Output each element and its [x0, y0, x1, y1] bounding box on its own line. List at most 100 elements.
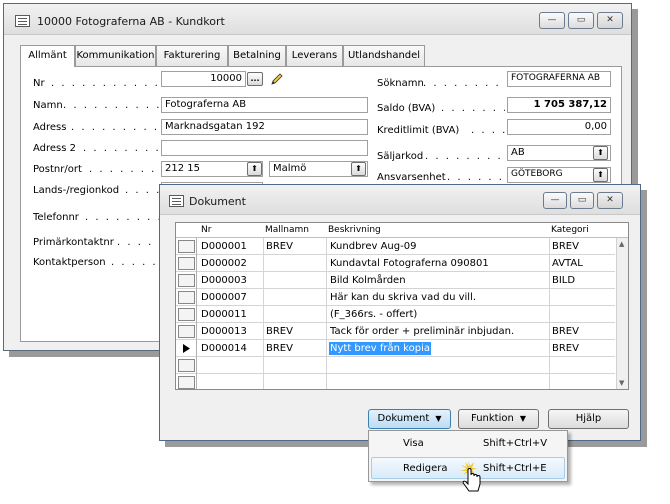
col-header-mallnamn[interactable]: Mallnamn — [265, 225, 309, 235]
minimize-button[interactable]: — — [539, 12, 565, 29]
scroll-up-arrow-icon[interactable]: ▲ — [619, 240, 624, 248]
cell-nr: D000014 — [201, 343, 247, 354]
scroll-down-arrow-icon[interactable]: ▼ — [619, 379, 624, 387]
dot-leader: . . . . . . . . . . . . . . . . . . . . — [83, 143, 159, 154]
hand-cursor-icon — [460, 460, 481, 492]
cell-beskrivning: Tack för order + preliminär inbjudan. — [330, 326, 515, 337]
kreditlimit-label: Kreditlimit (BVA) — [377, 125, 460, 136]
adress2-label: Adress 2 — [33, 143, 77, 154]
soknamn-field[interactable]: FOTOGRAFERNA AB — [507, 71, 611, 87]
funktion-button-label: Funktion — [471, 413, 514, 424]
row-selector[interactable] — [176, 340, 197, 357]
tab-kommunikation[interactable]: Kommunikation — [75, 45, 156, 66]
chevron-down-icon: ▼ — [519, 414, 526, 423]
maximize-button[interactable]: ▭ — [568, 12, 594, 29]
dot-leader: . . . . . . . . . . . . . . . . . . . . — [117, 237, 159, 248]
cell-kategori: BREV — [552, 343, 579, 354]
row-selector[interactable] — [176, 255, 197, 272]
soknamn-label: Söknamn — [377, 78, 424, 89]
chevron-down-icon: ▼ — [435, 414, 442, 423]
table-row[interactable]: D000001 BREV Kundbrev Aug-09 BREV — [176, 238, 615, 255]
table-row-empty[interactable] — [176, 357, 615, 374]
kontaktperson-label: Kontaktperson — [33, 257, 106, 268]
documents-title: Dokument — [189, 195, 246, 208]
close-button[interactable]: ✕ — [597, 12, 623, 29]
table-row[interactable]: D000002 Kundavtal Fotograferna 090801 AV… — [176, 255, 615, 272]
tab-leverans[interactable]: Leverans — [286, 45, 343, 66]
adress-label: Adress — [33, 122, 67, 133]
dokument-button-label: Dokument — [377, 413, 430, 424]
cell-nr: D000002 — [201, 258, 247, 269]
col-header-kategori[interactable]: Kategori — [551, 225, 589, 235]
ort-lookup-arrow-icon[interactable]: ⬆ — [351, 162, 366, 176]
table-row[interactable]: D000011 (F_366rs. - offert) — [176, 306, 615, 323]
tab-fakturering[interactable]: Fakturering — [156, 45, 228, 66]
col-header-beskrivning[interactable]: Beskrivning — [328, 225, 381, 235]
table-row-empty[interactable] — [176, 374, 615, 389]
col-header-nr[interactable]: Nr — [201, 225, 211, 235]
cell-beskrivning: (F_366rs. - offert) — [330, 309, 418, 320]
tab-utlandshandel[interactable]: Utlandshandel — [343, 45, 425, 66]
saldo-label: Saldo (BVA) — [377, 103, 436, 114]
dot-leader: . . . . . . . . . . . . . . . . . . . . — [89, 164, 159, 175]
cell-mallnamn: BREV — [266, 326, 293, 337]
table-row[interactable]: D000013 BREV Tack för order + preliminär… — [176, 323, 615, 340]
namn-label: Namn — [33, 100, 63, 111]
nr-lookup-button[interactable]: ... — [247, 72, 263, 86]
maximize-button[interactable]: ▭ — [570, 192, 594, 209]
row-selector[interactable] — [176, 289, 197, 306]
kreditlimit-field[interactable]: 0,00 — [507, 119, 611, 135]
land-label: Lands-/regionkod — [33, 185, 120, 196]
saldo-field[interactable]: 1 705 387,12 — [507, 97, 611, 113]
cell-nr: D000007 — [201, 292, 247, 303]
cell-beskrivning-selected[interactable]: Nytt brev från kopia — [329, 342, 431, 355]
row-selector[interactable] — [176, 323, 197, 340]
vertical-scrollbar[interactable]: ▲ ▼ — [616, 238, 628, 389]
close-button[interactable]: ✕ — [597, 192, 623, 209]
cell-beskrivning: Kundbrev Aug-09 — [330, 241, 417, 252]
grid-header: Nr Mallnamn Beskrivning Kategori — [176, 223, 628, 238]
nr-label: Nr — [33, 78, 45, 89]
table-row-current[interactable]: D000014 BREV Nytt brev från kopia BREV — [176, 340, 615, 357]
customer-card-titlebar[interactable]: 10000 Fotograferna AB - Kundkort — ▭ ✕ — [4, 4, 631, 35]
saljarkod-label: Säljarkod — [377, 151, 424, 162]
row-selector[interactable] — [176, 306, 197, 323]
dot-leader: . . . . . . . . . . . . . . . . . . . . — [125, 185, 159, 196]
row-selector[interactable] — [176, 357, 197, 374]
adress-field[interactable]: Marknadsgatan 192 — [161, 119, 368, 135]
tab-betalning[interactable]: Betalning — [228, 45, 286, 66]
tab-allmant[interactable]: Allmänt — [20, 45, 75, 67]
cell-nr: D000013 — [201, 326, 247, 337]
dot-leader: . . . . . . . . . . . . . . . . . . . . — [471, 125, 505, 136]
documents-titlebar[interactable]: Dokument — ▭ ✕ — [160, 185, 640, 215]
hjalp-button[interactable]: Hjälp — [548, 409, 629, 429]
menu-item-visa[interactable]: Visa Shift+Ctrl+V — [371, 433, 565, 455]
ansvar-lookup-arrow-icon[interactable]: ⬆ — [593, 168, 608, 182]
postnr-label: Postnr/ort — [33, 164, 82, 175]
cell-nr: D000001 — [201, 241, 247, 252]
cell-beskrivning: Här kan du skriva vad du vill. — [330, 292, 477, 303]
namn-field[interactable]: Fotograferna AB — [161, 97, 368, 113]
nr-field[interactable]: 10000 — [161, 71, 246, 87]
table-row[interactable]: D000003 Bild Kolmården BILD — [176, 272, 615, 289]
table-row[interactable]: D000007 Här kan du skriva vad du vill. — [176, 289, 615, 306]
ansvar-label: Ansvarsenhet — [377, 172, 446, 183]
cell-beskrivning: Kundavtal Fotograferna 090801 — [330, 258, 489, 269]
telefon-label: Telefonnr — [33, 212, 79, 223]
adress2-field[interactable] — [161, 140, 368, 156]
cell-kategori: AVTAL — [552, 258, 583, 269]
dokument-menu-button[interactable]: Dokument ▼ — [368, 409, 451, 429]
dot-leader: . . . . . . . . . . . . . . . . . . . . — [51, 78, 159, 89]
row-selector[interactable] — [176, 238, 197, 255]
cell-mallnamn: BREV — [266, 241, 293, 252]
postnr-lookup-arrow-icon[interactable]: ⬆ — [247, 162, 262, 176]
saljarkod-lookup-arrow-icon[interactable]: ⬆ — [593, 146, 608, 160]
dot-leader: . . . . . . . . . . . . . . . . . . . . — [423, 78, 505, 89]
row-selector[interactable] — [176, 374, 197, 389]
form-icon — [15, 15, 30, 27]
minimize-button[interactable]: — — [543, 192, 567, 209]
funktion-menu-button[interactable]: Funktion ▼ — [458, 409, 539, 429]
documents-grid: Nr Mallnamn Beskrivning Kategori D000001… — [175, 222, 629, 390]
edit-pencil-icon[interactable] — [269, 72, 284, 86]
row-selector[interactable] — [176, 272, 197, 289]
